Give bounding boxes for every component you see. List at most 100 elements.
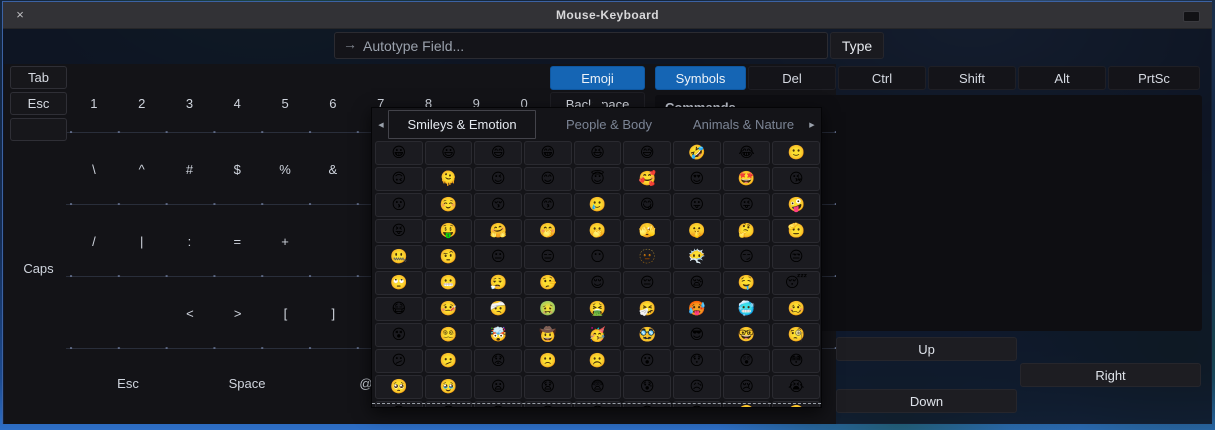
emoji-cell[interactable]: 😥 [673, 375, 721, 399]
emoji-cell[interactable]: 😶 [574, 245, 622, 269]
emoji-cell[interactable]: 🤓 [723, 323, 771, 347]
emoji-cell[interactable]: 😵‍💫 [425, 323, 473, 347]
emoji-cell[interactable]: 🥲 [574, 193, 622, 217]
emoji-cell[interactable]: 🤩 [723, 167, 771, 191]
emoji-cell[interactable]: 😑 [524, 245, 572, 269]
emoji-cell[interactable]: 😯 [673, 349, 721, 373]
key-symbol[interactable]: < [166, 302, 214, 326]
emoji-cell[interactable]: 😍 [673, 167, 721, 191]
emoji-cell[interactable]: 😧 [524, 375, 572, 399]
emoji-cell[interactable]: 😳 [772, 349, 820, 373]
emoji-cell[interactable]: 🤗 [474, 219, 522, 243]
key-symbol[interactable]: & [309, 158, 357, 182]
emoji-cell[interactable]: 😟 [474, 349, 522, 373]
tab-animals-nature[interactable]: Animals & Nature [682, 110, 805, 139]
emoji-cell[interactable]: 🤣 [673, 141, 721, 165]
emoji-cell[interactable]: 🤫 [673, 219, 721, 243]
emoji-cell[interactable]: 🤮 [574, 297, 622, 321]
key-blank[interactable] [10, 118, 67, 141]
emoji-cell[interactable]: 🤤 [723, 271, 771, 295]
emoji-cell[interactable]: 🥰 [623, 167, 671, 191]
emoji-cell[interactable]: 😶‍🌫️ [673, 245, 721, 269]
key-symbol[interactable]: > [214, 302, 262, 326]
key-number[interactable]: 6 [309, 92, 357, 116]
key-caps[interactable]: Caps [10, 256, 67, 280]
key-number[interactable]: 2 [118, 92, 166, 116]
emoji-cell[interactable]: 😐 [474, 245, 522, 269]
key-number[interactable]: 4 [213, 92, 261, 116]
emoji-cell[interactable]: 😌 [574, 271, 622, 295]
key-bottom[interactable]: Space [189, 372, 305, 396]
emoji-cell[interactable]: 🥳 [574, 323, 622, 347]
key-symbol[interactable]: : [166, 230, 214, 254]
key-symbol[interactable]: + [261, 230, 309, 254]
emoji-cell[interactable]: 🙄 [375, 271, 423, 295]
emoji-cell[interactable]: 😙 [524, 193, 572, 217]
emoji-cell[interactable]: 😪 [673, 271, 721, 295]
emoji-cell[interactable]: 🙂 [772, 141, 820, 165]
emoji-cell[interactable]: 🤪 [772, 193, 820, 217]
emoji-cell[interactable]: ☹️ [574, 349, 622, 373]
emoji-cell[interactable]: 😂 [723, 141, 771, 165]
emoji-cell[interactable]: 😔 [623, 271, 671, 295]
emoji-cell[interactable]: 🥺 [375, 375, 423, 399]
emoji-cell[interactable]: 🤑 [425, 219, 473, 243]
key-del[interactable]: Del [748, 66, 836, 90]
emoji-cell[interactable]: 🤧 [623, 297, 671, 321]
close-icon[interactable]: × [11, 2, 29, 28]
emoji-cell[interactable]: 🙃 [375, 167, 423, 191]
emoji-cell[interactable]: 🫤 [425, 349, 473, 373]
emoji-cell[interactable]: 🫠 [425, 167, 473, 191]
emoji-cell[interactable]: 🧐 [772, 323, 820, 347]
key-number[interactable]: 5 [261, 92, 309, 116]
emoji-cell[interactable]: 😨 [574, 375, 622, 399]
key-symbol[interactable]: % [261, 158, 309, 182]
key-symbol[interactable]: \ [70, 158, 118, 182]
key-bottom[interactable]: Esc [70, 372, 186, 396]
emoji-cell[interactable]: 🤠 [524, 323, 572, 347]
tab-smileys-emotion[interactable]: Smileys & Emotion [388, 110, 536, 139]
emoji-cell[interactable]: 😆 [574, 141, 622, 165]
emoji-cell[interactable]: 🤥 [524, 271, 572, 295]
emoji-cell[interactable]: 😮 [623, 349, 671, 373]
emoji-cell[interactable]: 🥵 [673, 297, 721, 321]
key-ctrl[interactable]: Ctrl [838, 66, 926, 90]
emoji-cell[interactable]: 🙁 [524, 349, 572, 373]
key-symbol[interactable]: $ [213, 158, 261, 182]
emoji-cell[interactable]: 😀 [375, 141, 423, 165]
key-symbol[interactable]: / [70, 230, 118, 254]
emoji-cell[interactable]: 😋 [623, 193, 671, 217]
emoji-cell[interactable]: 😲 [723, 349, 771, 373]
titlebar-badge-icon[interactable] [1183, 11, 1200, 22]
key-alt[interactable]: Alt [1018, 66, 1106, 90]
key-up[interactable]: Up [836, 337, 1017, 361]
emoji-cell[interactable]: 🤒 [425, 297, 473, 321]
tab-scroll-right-icon[interactable]: ▶ [805, 110, 819, 139]
emoji-cell[interactable]: 😉 [474, 167, 522, 191]
key-number[interactable]: 1 [70, 92, 118, 116]
emoji-cell[interactable]: 🤕 [474, 297, 522, 321]
emoji-cell[interactable]: 😁 [524, 141, 572, 165]
key-shift[interactable]: Shift [928, 66, 1016, 90]
emoji-cell[interactable]: 😃 [425, 141, 473, 165]
emoji-cell[interactable]: 😜 [723, 193, 771, 217]
key-symbol[interactable]: = [213, 230, 261, 254]
key-prtsc[interactable]: PrtSc [1108, 66, 1200, 90]
emoji-cell[interactable]: 😏 [723, 245, 771, 269]
key-number[interactable]: 3 [166, 92, 214, 116]
key-tab[interactable]: Tab [10, 66, 67, 89]
emoji-cell[interactable]: 😕 [375, 349, 423, 373]
emoji-cell[interactable]: 🤯 [474, 323, 522, 347]
emoji-cell[interactable]: 🤨 [425, 245, 473, 269]
emoji-cell[interactable]: 😇 [574, 167, 622, 191]
key-symbol[interactable]: [ [262, 302, 310, 326]
emoji-cell[interactable]: 🤢 [524, 297, 572, 321]
key-down[interactable]: Down [836, 389, 1017, 413]
tab-scroll-left-icon[interactable]: ◀ [374, 110, 388, 139]
emoji-cell[interactable]: 🥸 [623, 323, 671, 347]
key-emoji[interactable]: Emoji [550, 66, 645, 90]
emoji-cell[interactable]: 🫣 [623, 219, 671, 243]
emoji-cell[interactable]: 😎 [673, 323, 721, 347]
emoji-cell[interactable]: 😵 [375, 323, 423, 347]
key-esc[interactable]: Esc [10, 92, 67, 115]
